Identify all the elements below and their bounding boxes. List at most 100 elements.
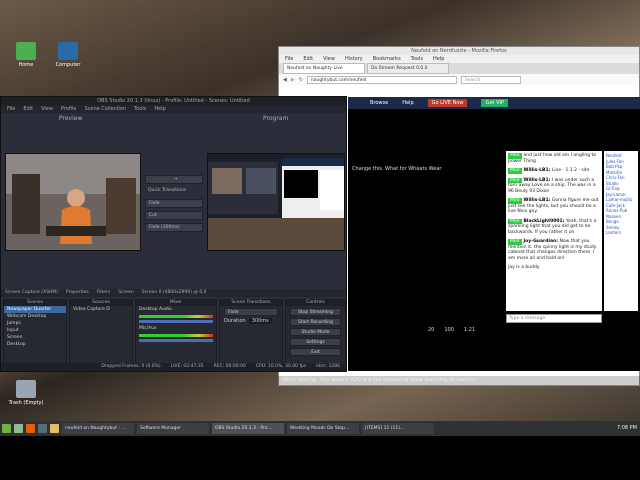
folder-icon [16,42,36,60]
get-vip-button[interactable]: Get VIP [481,99,508,107]
home-desktop-icon[interactable]: Home [6,42,46,68]
chat-message: Mod Joy-Guardian: Now that you mention it… [508,239,600,261]
volume-slider[interactable] [139,320,213,323]
menu-bookmarks[interactable]: Bookmarks [373,55,401,63]
taskbar-app[interactable]: OBS Studio 20.1.3 - Pro... [212,423,284,434]
scene-item[interactable]: Jumps [4,320,66,327]
preview-label: Preview [59,115,83,122]
chat-message: Mod Willis-LB1: Gonna figure me out just … [508,198,600,215]
obs-menubar: File Edit View Profile Scene Collection … [1,105,346,113]
help-link[interactable]: Help [402,100,413,106]
computer-desktop-icon[interactable]: Computer [48,42,88,68]
quick-transition-cut[interactable]: Cut [145,211,203,220]
forward-icon[interactable]: ▶ [291,77,295,83]
tab-neufeld[interactable]: Neufeld on Naughty Live [283,63,365,74]
chat-username[interactable]: BlackLight0001: [524,219,565,224]
likes-count: 100 [444,327,454,333]
scene-item[interactable]: Webcam Desktop [4,313,66,320]
user-entry[interactable]: Lantern [606,230,636,236]
firefox-menubar: File Edit View History Bookmarks Tools H… [279,55,639,63]
obs-menu-tools[interactable]: Tools [134,105,146,113]
show-desktop-icon[interactable] [14,424,23,433]
chat-input[interactable]: Type a message [506,314,602,323]
screen-select[interactable]: Screen 0 (4800x2990) @ 0,0 [142,289,207,297]
settings-button[interactable]: Settings [290,338,341,346]
url-bar[interactable]: naughtybut.com/neufeld [306,75,457,84]
exit-button[interactable]: Exit [290,348,341,356]
taskbar-app[interactable]: Wedding Moods Do Stop... [287,423,359,434]
user-entry[interactable]: Lamar-mojito [606,197,636,203]
volume-slider[interactable] [139,339,213,342]
quick-transitions-label: Quick Transitions [148,188,187,193]
scene-item[interactable]: Input [4,327,66,334]
clock[interactable]: 7:08 PM [617,421,637,436]
start-menu-icon[interactable] [2,424,11,433]
computer-icon [58,42,78,60]
dropped-frames: Dropped Frames: 0 (0.0%) [101,364,161,369]
chat-username[interactable]: Willis-LB1: [524,178,551,183]
obs-menu-edit[interactable]: Edit [23,105,33,113]
program-label: Program [263,115,289,122]
search-input[interactable]: Search [460,75,521,84]
chat-username[interactable]: Joy-Guardian: [524,239,559,244]
source-item[interactable]: Video Capture D [70,306,132,313]
go-live-button[interactable]: Go LIVE Now [427,99,468,107]
obs-menu-file[interactable]: File [7,105,15,113]
menu-history[interactable]: History [345,55,363,63]
start-recording-button[interactable]: Start Recording [290,318,341,326]
scene-item[interactable]: Newspaper Quarter [4,306,66,313]
studio-mode-button[interactable]: Studio Mode [290,328,341,336]
trash-icon-label: Trash (Empty) [8,400,44,406]
stream-video[interactable]: Change this. What for Wheats Wear 20 100… [348,154,503,333]
firefox-launcher-icon[interactable] [26,424,35,433]
browse-link[interactable]: Browse [370,100,388,106]
obs-menu-help[interactable]: Help [154,105,165,113]
files-launcher-icon[interactable] [50,424,59,433]
chat-username[interactable]: Willis-LB1: [524,168,551,173]
scene-item[interactable]: Desktop [4,341,66,348]
terminal-launcher-icon[interactable] [38,424,47,433]
program-canvas[interactable] [207,153,345,251]
chat-message: Mod BlackLight0001: Yeah, that's a sparkl… [508,218,600,236]
duration-input[interactable]: 300ms [248,318,272,324]
scene-item[interactable]: Screen [4,334,66,341]
quick-transition-fade[interactable]: Fade [145,199,203,208]
screen-label: Screen [118,290,134,295]
chat-message: Jay is a buddy [508,265,600,271]
trash-icon [16,380,36,398]
stream-info-strip: We're playing. This week's VOD is a live… [278,376,640,385]
menu-help[interactable]: Help [433,55,444,63]
audio-meter [139,315,213,318]
menu-tools[interactable]: Tools [411,55,423,63]
firefox-titlebar: Neufeld on Nerdfuzzle - Mozilla Firefox [279,47,639,55]
preview-canvas[interactable] [5,153,141,251]
home-icon-label: Home [18,62,34,68]
taskbar: neufeld on Naughtybut - ... Software Man… [0,421,640,436]
menu-view[interactable]: View [323,55,335,63]
obs-titlebar: OBS Studio 20.1.3 (linux) - Profile: Unt… [1,97,346,105]
back-icon[interactable]: ◀ [283,77,287,83]
chat-message: Mod Willis-LB1: I was under such a torn a… [508,177,600,195]
transition-select[interactable]: Fade [224,308,278,316]
taskbar-app[interactable]: Software Manager [137,423,209,434]
taskbar-app[interactable]: [ITEMS] 11 (11)... [362,423,434,434]
site-content: Change this. What for Wheats Wear 20 100… [348,109,640,371]
quick-transition-fade-300[interactable]: Fade (300ms) [145,223,203,232]
elapsed-time: 1:21 [463,327,476,333]
properties-button[interactable]: Properties [66,289,89,297]
chat-username[interactable]: Willis-LB1: [524,198,551,203]
tab-stream-request[interactable]: Do Stream Request 0.0.0 [367,63,449,74]
menu-edit[interactable]: Edit [303,55,313,63]
user-list: Neufeld Jules-Fan Bob-Pop Mark4ie Chris-… [604,151,638,311]
trash-desktop-icon[interactable]: Trash (Empty) [6,380,46,406]
stop-streaming-button[interactable]: Stop Streaming [290,308,341,316]
menu-file[interactable]: File [285,55,293,63]
obs-menu-profile[interactable]: Profile [61,105,77,113]
obs-menu-view[interactable]: View [41,105,53,113]
reload-icon[interactable]: ↻ [299,77,303,83]
filters-button[interactable]: Filters [97,289,111,297]
taskbar-app[interactable]: neufeld on Naughtybut - ... [62,423,134,434]
video-stats: 20 100 1:21 [428,327,475,333]
obs-menu-scene-collection[interactable]: Scene Collection [84,105,126,113]
transition-button[interactable]: → [145,175,203,184]
